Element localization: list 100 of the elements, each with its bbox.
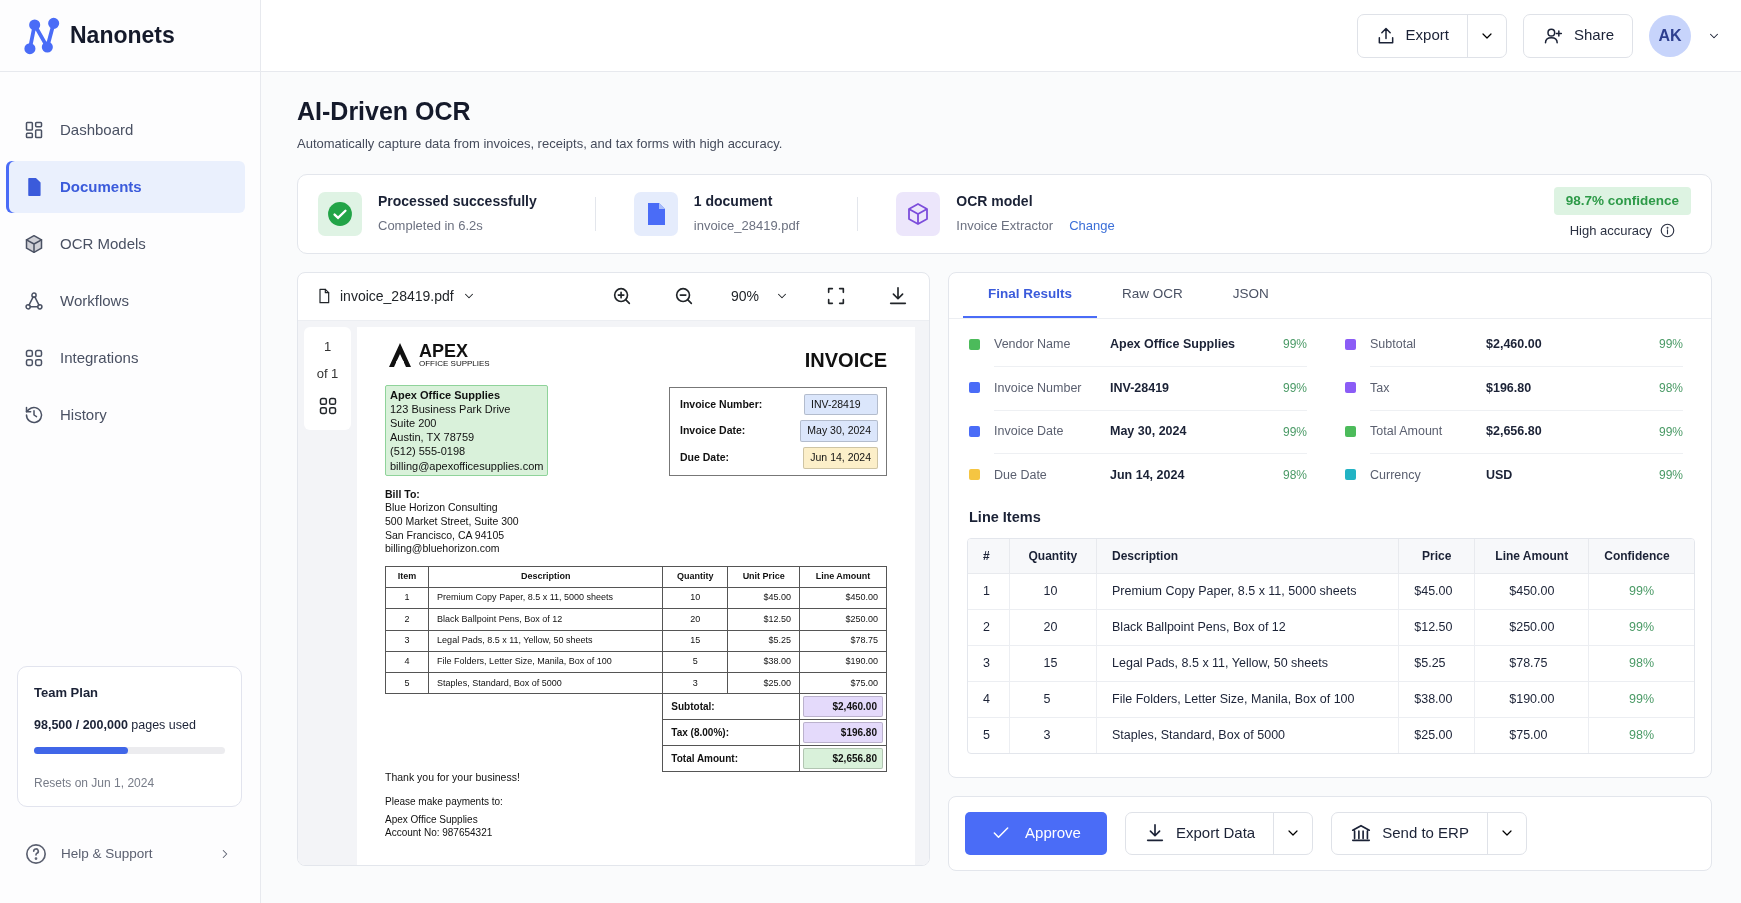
table-cell: 4	[385, 651, 429, 673]
field-label: Vendor Name	[994, 335, 1072, 353]
invoice-title: INVOICE	[804, 347, 887, 373]
zoom-selector[interactable]: 90%	[722, 281, 797, 311]
highlighted-value: INV-28419	[804, 393, 878, 416]
table-cell: Black Ballpoint Pens, Box of 12	[1096, 609, 1399, 646]
highlighted-value: $2,656.80	[802, 748, 883, 770]
highlighted-value: $196.80	[802, 722, 883, 744]
meta-label: Due Date:	[680, 450, 729, 465]
results-tab[interactable]: JSON	[1207, 272, 1294, 318]
bill-to-line: billing@bluehorizon.com	[385, 542, 501, 556]
table-cell: $190.00	[1474, 681, 1589, 718]
table-cell: 15	[662, 630, 728, 652]
table-cell: $78.75	[799, 630, 887, 652]
page-number: 1	[323, 337, 332, 356]
sidebar-item[interactable]: OCR Models	[6, 218, 245, 270]
payment-line: Please make payments to:	[385, 795, 504, 809]
field-value: $2,460.00	[1486, 335, 1543, 353]
total-label: Subtotal:	[662, 693, 800, 720]
bill-to-line: 500 Market Street, Suite 300	[385, 514, 520, 529]
table-cell: 10	[662, 587, 728, 609]
download-icon	[1144, 822, 1166, 844]
file-selector[interactable]: invoice_28419.pdf	[316, 285, 476, 307]
plan-title: Team Plan	[34, 683, 100, 702]
column-header: Description	[1096, 539, 1399, 574]
results-tab[interactable]: Final Results	[963, 272, 1098, 318]
cube-icon	[24, 234, 44, 254]
field-label: Tax	[1370, 379, 1391, 397]
confidence-badge: 98.7% confidence	[1553, 186, 1691, 215]
field-label: Subtotal	[1370, 335, 1417, 353]
bill-to-line: San Francisco, CA 94105	[385, 528, 506, 543]
usage-text: 98,500 / 200,000 pages used	[34, 717, 197, 735]
table-cell: $190.00	[799, 651, 887, 673]
table-cell: 98%	[1588, 645, 1694, 682]
sidebar-item[interactable]: History	[6, 389, 245, 441]
table-cell: $78.75	[1474, 645, 1589, 682]
field-label: Invoice Date	[994, 423, 1065, 441]
table-header: Item	[385, 566, 429, 588]
table-cell: $5.25	[1398, 645, 1475, 682]
table-cell: 5	[662, 651, 728, 673]
table-cell: 4	[968, 681, 1010, 718]
summary-title: 1 document	[693, 192, 774, 212]
table-cell: 15	[1009, 645, 1097, 682]
table-header: Description	[428, 566, 663, 588]
sidebar-item[interactable]: Documents	[6, 161, 245, 213]
table-cell: $38.00	[1398, 681, 1475, 718]
highlighted-value: $2,460.00	[802, 696, 883, 718]
confidence-value: 99%	[1282, 380, 1307, 398]
table-cell: 3	[662, 672, 728, 694]
table-cell: $12.50	[727, 608, 800, 631]
table-cell: Black Ballpoint Pens, Box of 12	[428, 608, 663, 631]
export-button[interactable]: Export	[1357, 14, 1467, 57]
table-cell: $38.00	[727, 651, 800, 673]
field-label: Invoice Number	[994, 379, 1083, 397]
sidebar-item[interactable]: Workflows	[6, 275, 245, 327]
history-icon	[24, 405, 44, 425]
table-cell: 1	[385, 587, 429, 609]
table-cell: 2	[385, 608, 429, 631]
payment-line: Account No: 987654321	[385, 826, 494, 840]
highlighted-value: May 30, 2024	[800, 420, 878, 442]
field-value: Apex Office Supplies	[1110, 335, 1237, 353]
confidence-value: 99%	[1658, 336, 1683, 354]
table-header: Line Amount	[799, 566, 887, 588]
table-cell: Staples, Standard, Box of 5000	[428, 672, 663, 694]
success-icon	[318, 191, 362, 236]
field-value: $2,656.80	[1486, 423, 1543, 441]
help-link[interactable]: Help & Support	[0, 843, 260, 865]
table-cell: 99%	[1588, 573, 1694, 610]
field-value: May 30, 2024	[1110, 423, 1188, 441]
grid-icon	[317, 395, 338, 416]
results-tab[interactable]: Raw OCR	[1097, 272, 1208, 318]
user-avatar[interactable]: AK	[1649, 14, 1691, 57]
sidebar-item[interactable]: Dashboard	[6, 104, 245, 156]
table-cell: 20	[1009, 609, 1097, 646]
help-icon	[25, 843, 47, 865]
field-label: Due Date	[994, 466, 1048, 484]
field-label: Total Amount	[1370, 423, 1444, 441]
approve-button[interactable]: Approve	[965, 811, 1107, 855]
confidence-value: 99%	[1282, 336, 1307, 354]
table-cell: 5	[385, 672, 429, 694]
table-cell: $450.00	[799, 587, 887, 609]
network-logo-icon	[22, 15, 60, 56]
total-label: Tax (8.00%):	[662, 719, 800, 746]
table-cell: 99%	[1588, 609, 1694, 646]
fullscreen-icon	[825, 285, 847, 307]
page-count: of 1	[316, 365, 339, 383]
table-cell: Staples, Standard, Box of 5000	[1096, 717, 1399, 754]
change-link[interactable]: Change	[1069, 218, 1115, 234]
sidebar-item[interactable]: Integrations	[6, 332, 245, 384]
highlighted-value: Jun 14, 2024	[803, 447, 878, 469]
table-cell: 99%	[1588, 681, 1694, 718]
info-icon	[1660, 223, 1676, 239]
table-cell: File Folders, Letter Size, Manila, Box of 100	[428, 651, 663, 673]
table-cell: $450.00	[1474, 573, 1589, 610]
file-icon	[633, 191, 678, 236]
table-cell: 98%	[1588, 717, 1694, 754]
table-header: Unit Price	[727, 566, 800, 588]
table-cell: 1	[968, 573, 1010, 610]
share-button[interactable]: Share	[1523, 14, 1632, 57]
confidence-value: 98%	[1282, 467, 1307, 485]
